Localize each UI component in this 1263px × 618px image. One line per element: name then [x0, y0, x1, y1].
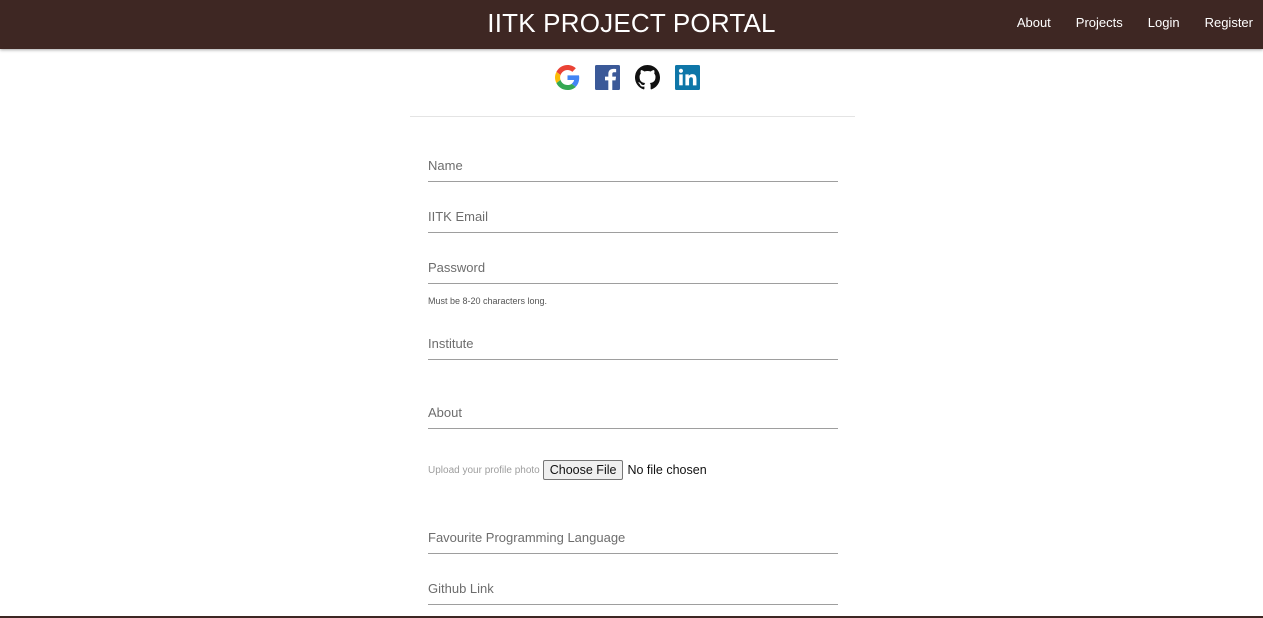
upload-label: Upload your profile photo: [428, 464, 540, 476]
github-link-input[interactable]: [428, 573, 838, 605]
nav-register-link[interactable]: Register: [1205, 15, 1253, 30]
facebook-icon[interactable]: [595, 65, 620, 90]
name-input[interactable]: [428, 150, 838, 182]
institute-input[interactable]: [428, 328, 838, 360]
file-status: No file chosen: [627, 463, 707, 477]
google-icon[interactable]: [555, 65, 580, 90]
choose-file-button[interactable]: Choose File: [542, 460, 624, 480]
social-login-icons: [555, 65, 700, 90]
section-divider: [410, 116, 855, 117]
programming-language-input[interactable]: [428, 522, 838, 554]
email-input[interactable]: [428, 201, 838, 233]
password-input[interactable]: [428, 252, 838, 284]
profile-photo-upload: Upload your profile photo Choose File No…: [428, 460, 707, 480]
navbar: IITK PROJECT PORTAL About Projects Login…: [0, 0, 1263, 49]
nav-login-link[interactable]: Login: [1148, 15, 1180, 30]
linkedin-icon[interactable]: [675, 65, 700, 90]
github-icon[interactable]: [635, 65, 660, 90]
nav-links: About Projects Login Register: [992, 15, 1253, 30]
password-hint: Must be 8-20 characters long.: [428, 296, 548, 306]
about-input[interactable]: [428, 397, 838, 429]
nav-about-link[interactable]: About: [1017, 15, 1051, 30]
nav-projects-link[interactable]: Projects: [1076, 15, 1123, 30]
